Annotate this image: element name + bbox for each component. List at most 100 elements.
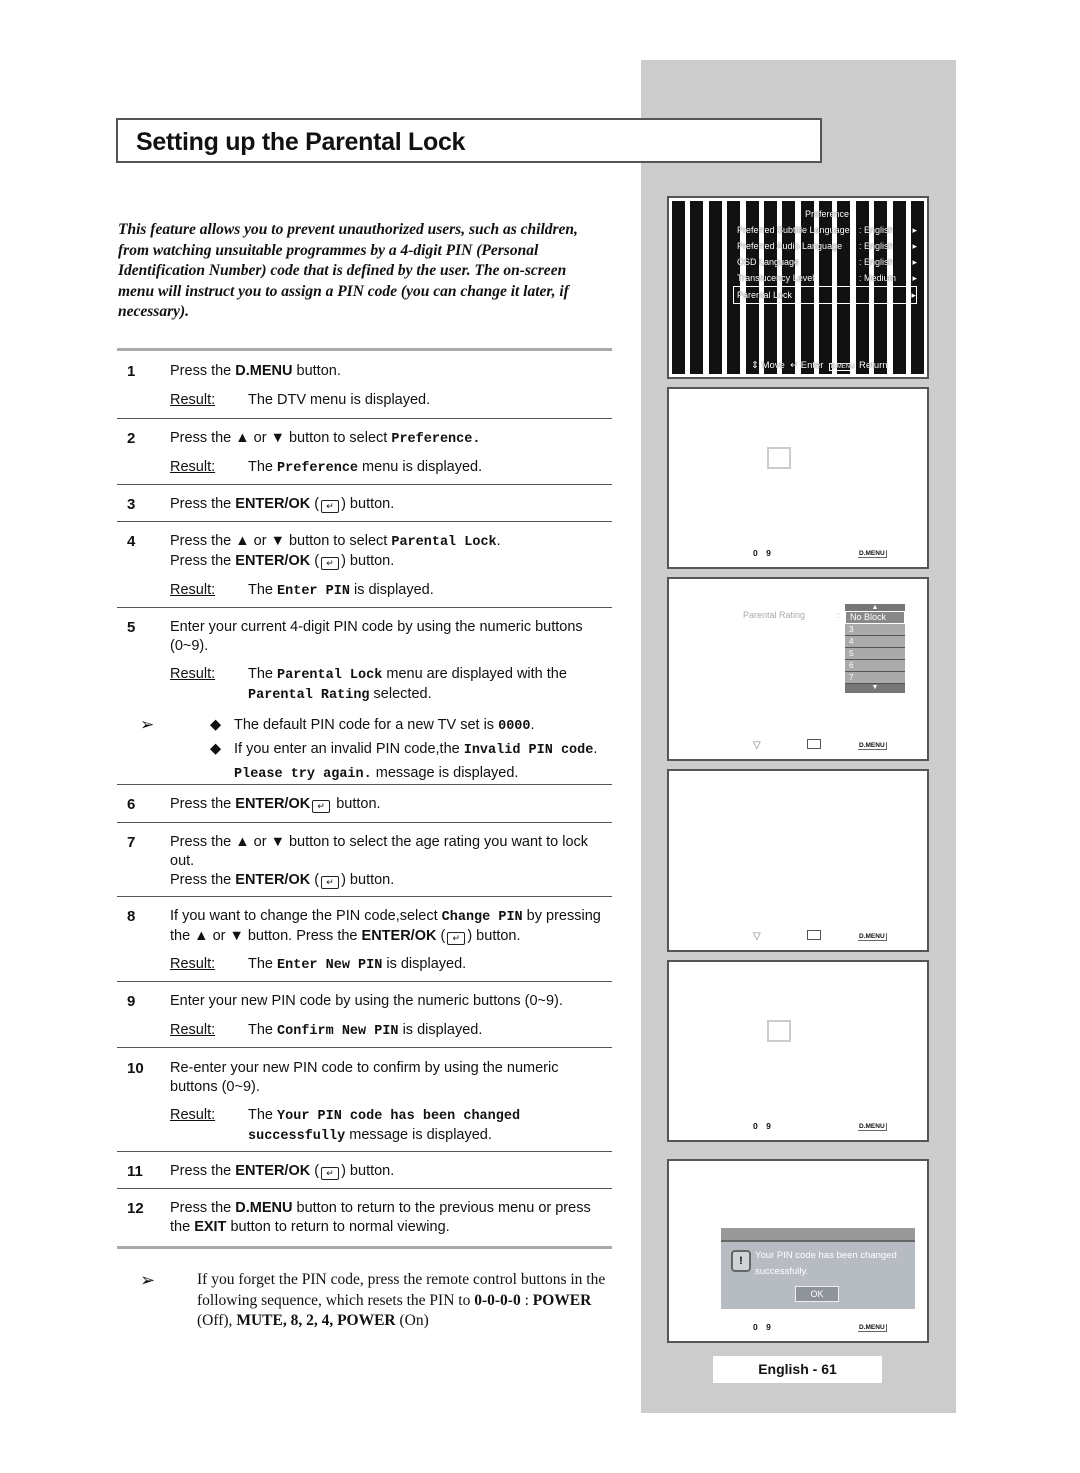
step-number: 12 [127, 1200, 144, 1217]
step-text: Press the D.MENU button to return to the… [170, 1200, 591, 1235]
parental-rating-label: Parental Rating [743, 610, 806, 620]
note-arrow-icon: ➢ [140, 1270, 156, 1290]
step-number: 1 [127, 363, 136, 380]
divider [117, 784, 612, 785]
dmenu-icon: D.MENU [858, 933, 887, 941]
enter-new-pin-screen: 0 9 D.MENU [667, 960, 929, 1142]
divider [117, 1151, 612, 1152]
chevron-down-icon[interactable]: ▼ [845, 684, 905, 693]
numeric-hint: 0 9 [753, 1121, 771, 1131]
enter-icon: ↵ [790, 360, 799, 371]
dmenu-icon: D.MENU [828, 363, 857, 371]
step-result: Result: The Enter PIN is displayed. [170, 582, 434, 599]
warning-icon: ! [731, 1250, 751, 1272]
rating-option[interactable]: No Block [845, 611, 905, 624]
menu-item[interactable]: OSD Language: English ▸ [737, 254, 917, 270]
dmenu-icon: D.MENU [858, 742, 887, 750]
step-text: If you want to change the PIN code,selec… [170, 908, 601, 945]
preference-menu: Preference Preferred Subtitle Language: … [733, 206, 917, 304]
dialog-message: Your PIN code has been changed successfu… [755, 1250, 897, 1277]
nav-hints: ⇕ Move ↵ Enter D.MENU Return [751, 360, 888, 371]
intro-paragraph: This feature allows you to prevent unaut… [118, 221, 578, 321]
arrow-right-icon: ▸ [911, 290, 916, 300]
title-box: Setting up the Parental Lock [116, 118, 822, 163]
page-title: Setting up the Parental Lock [136, 128, 466, 156]
step-text: Press the ▲ or ▼ button to select Parent… [170, 533, 501, 570]
numeric-hint: 0 9 [753, 1322, 771, 1332]
step-text: Press the ENTER/OK ↵ button. [170, 796, 381, 813]
move-down-icon: ▽ [753, 931, 761, 942]
step-number: 11 [127, 1163, 143, 1180]
step-number: 3 [127, 496, 136, 513]
rating-option[interactable]: 6 [845, 660, 905, 672]
menu-item[interactable]: Preferred Audio Language: English ▸ [737, 238, 917, 254]
rating-option[interactable]: 7 [845, 672, 905, 684]
enter-icon: ↵ [321, 1167, 340, 1180]
enter-icon: ↵ [447, 932, 466, 945]
step-text: Enter your current 4-digit PIN code by u… [170, 619, 583, 654]
enter-pin-screen: 0 9 D.MENU [667, 387, 929, 569]
divider [117, 418, 612, 419]
step-result: Result: The Enter New PIN is displayed. [170, 956, 467, 973]
step-number: 10 [127, 1060, 144, 1077]
step-result: Result: The Confirm New PIN is displayed. [170, 1022, 483, 1039]
numeric-hint: 0 9 [753, 548, 771, 558]
step-number: 8 [127, 908, 136, 925]
menu-item[interactable]: Translucency Level: Medium ▸ [737, 270, 917, 286]
success-dialog: ! Your PIN code has been changed success… [721, 1228, 915, 1309]
enter-icon [807, 930, 821, 940]
ok-button[interactable]: OK [795, 1286, 839, 1302]
menu-title: Preference [804, 209, 850, 219]
menu-item-parental-lock[interactable]: Parental Lock ▸ [733, 286, 917, 304]
step-number: 4 [127, 533, 136, 550]
divider [117, 1246, 612, 1249]
enter-icon: ↵ [321, 876, 340, 889]
step-number: 5 [127, 619, 136, 636]
move-icon: ⇕ [751, 360, 759, 371]
divider [117, 981, 612, 982]
dmenu-icon: D.MENU [858, 1123, 887, 1131]
step-result: Result: The Your PIN code has been change… [170, 1107, 521, 1144]
pin-input[interactable] [767, 1020, 791, 1042]
divider [117, 1188, 612, 1189]
rating-option[interactable]: 4 [845, 636, 905, 648]
step-text: Press the D.MENU button. [170, 363, 341, 379]
arrow-right-icon: ▸ [912, 273, 917, 283]
parental-rating-screen: Parental Rating : ▲ No Block 3 4 5 6 7 ▼… [667, 577, 929, 761]
dmenu-icon: D.MENU [858, 550, 887, 558]
step-number: 7 [127, 834, 136, 851]
step-text: Press the ENTER/OK (↵) button. [170, 496, 395, 513]
divider [117, 607, 612, 608]
rating-dropdown[interactable]: ▲ No Block 3 4 5 6 7 ▼ [845, 604, 905, 693]
parental-lock-screen: ▽ D.MENU [667, 769, 929, 952]
step-number: 6 [127, 796, 136, 813]
step-text: Press the ENTER/OK (↵) button. [170, 1163, 395, 1180]
divider [117, 484, 612, 485]
preference-menu-screen: Preference Preferred Subtitle Language: … [667, 196, 929, 379]
step-result: Result: The Preference menu is displayed. [170, 459, 483, 476]
menu-item[interactable]: Preferred Subtitle Language: English ▸ [737, 222, 917, 238]
rating-option[interactable]: 5 [845, 648, 905, 660]
arrow-right-icon: ▸ [912, 225, 917, 235]
step-text: Re-enter your new PIN code to confirm by… [170, 1060, 559, 1095]
enter-icon: ↵ [312, 800, 331, 813]
enter-icon [807, 739, 821, 749]
pin-input[interactable] [767, 447, 791, 469]
enter-icon: ↵ [321, 557, 340, 570]
arrow-right-icon: ▸ [912, 257, 917, 267]
note-arrow-icon: ➢ [140, 715, 155, 734]
pin-changed-screen: ! Your PIN code has been changed success… [667, 1159, 929, 1343]
bullet-icon: ◆ [210, 741, 222, 757]
move-down-icon: ▽ [753, 740, 761, 751]
chevron-up-icon[interactable]: ▲ [845, 604, 905, 611]
divider [117, 1047, 612, 1048]
enter-icon: ↵ [321, 500, 340, 513]
arrow-right-icon: ▸ [912, 241, 917, 251]
step-number: 9 [127, 993, 136, 1010]
divider [117, 896, 612, 897]
step-result: Result: The DTV menu is displayed. [170, 392, 431, 408]
step-text: Press the ▲ or ▼ button to select the ag… [170, 834, 589, 889]
rating-option[interactable]: 3 [845, 624, 905, 636]
step-number: 2 [127, 430, 136, 447]
step-text: Press the ▲ or ▼ button to select Prefer… [170, 430, 481, 447]
